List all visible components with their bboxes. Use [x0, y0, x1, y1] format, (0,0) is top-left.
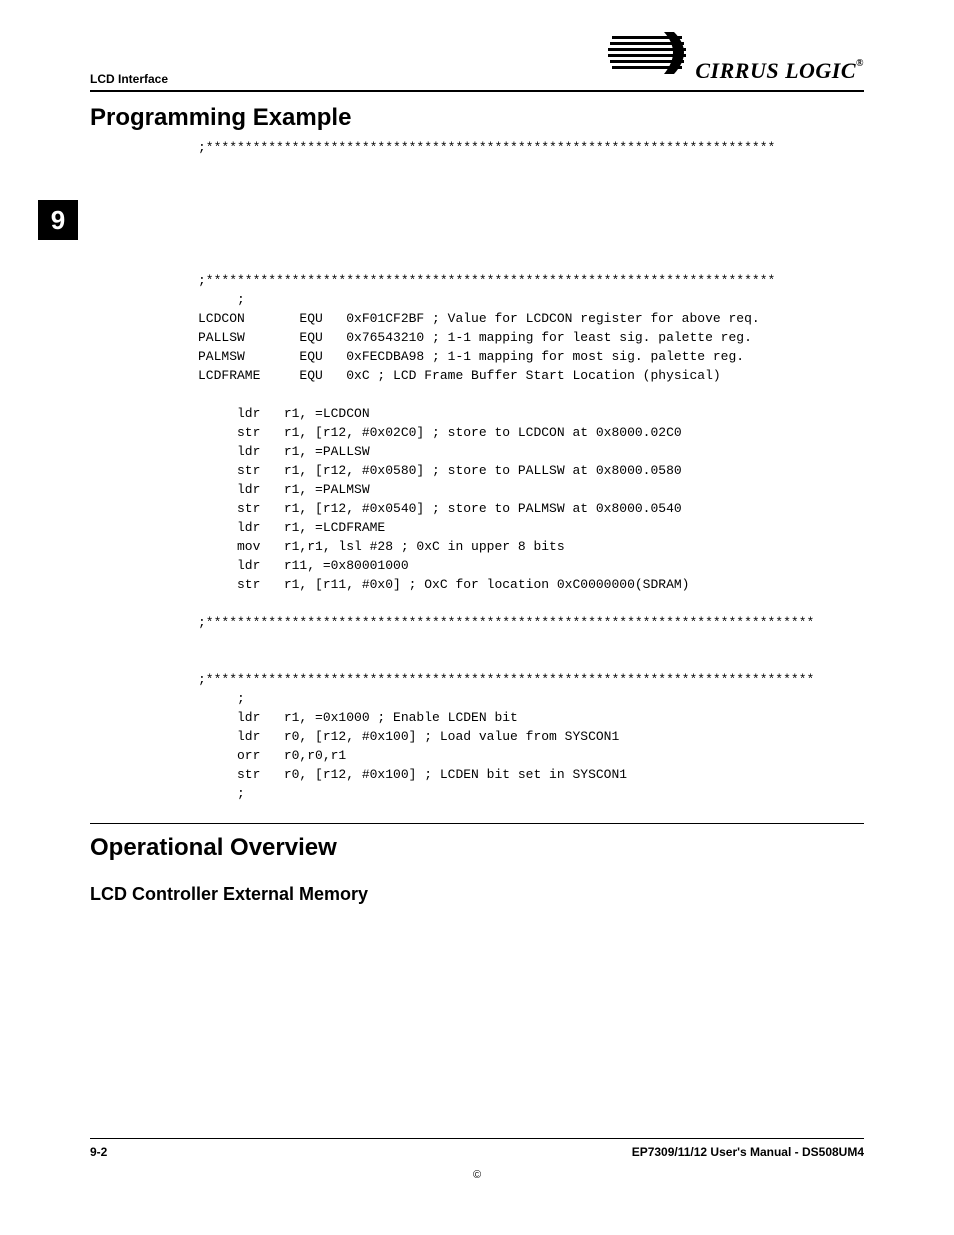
- header-section-title: LCD Interface: [90, 72, 168, 86]
- heading-programming-example: Programming Example: [90, 104, 864, 132]
- chapter-number-tab: 9: [38, 200, 78, 240]
- logo-text: CIRRUS LOGIC: [695, 58, 856, 83]
- page-footer: 9-2 EP7309/11/12 User's Manual - DS508UM…: [90, 1138, 864, 1181]
- code-listing: ;***************************************…: [198, 138, 864, 803]
- cirrus-logic-logo: CIRRUS LOGIC®: [604, 38, 864, 86]
- manual-id: EP7309/11/12 User's Manual - DS508UM4: [632, 1145, 864, 1159]
- copyright-line: ©: [90, 1169, 864, 1181]
- page-header: LCD Interface CIRRUS LOGIC®: [90, 38, 864, 92]
- heading-lcd-controller-external-memory: LCD Controller External Memory: [90, 884, 864, 905]
- heading-operational-overview: Operational Overview: [90, 834, 864, 862]
- page-number: 9-2: [90, 1145, 107, 1159]
- logo-swoosh-icon: [604, 30, 694, 80]
- section-divider: [90, 823, 864, 824]
- registered-icon: ®: [856, 58, 864, 69]
